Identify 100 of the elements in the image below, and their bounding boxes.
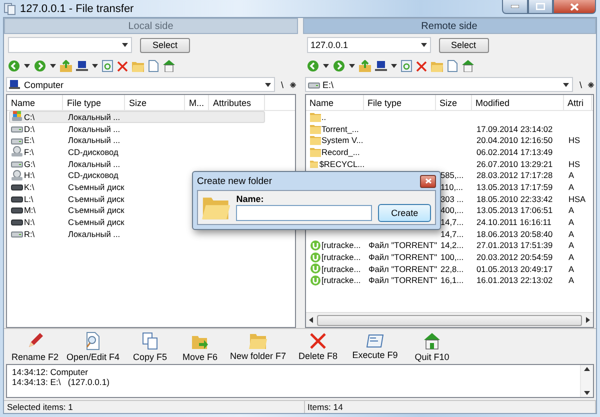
file-name[interactable]: Record_... xyxy=(322,146,360,157)
file-name[interactable]: H:\ xyxy=(24,170,35,180)
scroll-right-icon[interactable] xyxy=(586,317,590,323)
file-name[interactable]: [rutracke... xyxy=(322,264,361,274)
home-icon[interactable] xyxy=(462,60,474,72)
maximize-icon xyxy=(536,3,545,10)
file-name[interactable]: C:\ xyxy=(24,112,35,122)
document-search-icon xyxy=(85,332,101,350)
table-cell: Файл "TORRENT" xyxy=(368,240,438,250)
new-file-icon[interactable] xyxy=(148,60,159,72)
column-header[interactable]: M... xyxy=(185,95,209,110)
close-button[interactable] xyxy=(553,0,596,14)
horizontal-scrollbar[interactable] xyxy=(306,312,593,327)
file-name[interactable]: L:\ xyxy=(24,194,34,204)
hard-drive-icon xyxy=(11,124,23,134)
path-combo[interactable]: Computer xyxy=(6,77,275,92)
column-header[interactable]: Attributes xyxy=(209,95,265,110)
file-name[interactable]: $RECYCL... xyxy=(319,158,364,169)
toolbar-button[interactable]: Rename F2 xyxy=(8,332,62,362)
dropdown-caret-icon[interactable] xyxy=(50,64,56,68)
log-line: 14:34:12: Computer xyxy=(12,367,89,377)
minimize-button[interactable] xyxy=(502,0,528,14)
table-cell: HSA xyxy=(568,194,586,204)
table-cell: 13.05.2013 17:17:59 xyxy=(476,182,553,192)
host-combo[interactable]: 127.0.0.1 xyxy=(306,37,430,53)
file-name[interactable]: K:\ xyxy=(24,182,34,192)
toolbar-button[interactable]: Delete F8 xyxy=(292,332,344,360)
computer-icon[interactable] xyxy=(76,60,88,72)
table-cell: 20.04.2010 12:16:50 xyxy=(476,135,553,146)
back-icon[interactable] xyxy=(8,60,20,72)
scroll-down-icon[interactable] xyxy=(584,391,590,395)
close-button[interactable] xyxy=(420,174,436,188)
file-name[interactable]: [rutracke... xyxy=(322,275,361,286)
select-button[interactable]: Select xyxy=(140,38,190,52)
delete-icon[interactable] xyxy=(416,60,426,72)
dropdown-caret-icon[interactable] xyxy=(322,64,328,68)
file-name[interactable]: .. xyxy=(322,112,326,122)
dropdown-caret-icon[interactable] xyxy=(92,64,98,68)
status-text: Items: 14 xyxy=(304,401,596,413)
dropdown-caret-icon[interactable] xyxy=(24,64,30,68)
column-header[interactable]: File type xyxy=(63,95,125,110)
column-header[interactable]: Size xyxy=(436,95,472,110)
toolbar-button[interactable]: Copy F5 xyxy=(124,332,176,362)
maximize-button[interactable] xyxy=(528,0,553,14)
table-cell: 400,... xyxy=(440,205,464,216)
folder-up-icon[interactable] xyxy=(358,60,370,72)
select-button[interactable]: Select xyxy=(438,38,488,52)
scroll-up-icon[interactable] xyxy=(584,367,590,371)
table-cell: HS xyxy=(568,135,580,146)
dropdown-caret-icon[interactable] xyxy=(390,64,396,68)
column-header[interactable]: Name xyxy=(7,95,63,110)
delete-icon[interactable] xyxy=(117,60,128,72)
toolbar-button[interactable]: Move F6 xyxy=(176,332,224,362)
file-name[interactable]: System V... xyxy=(322,135,364,146)
dropdown-caret-icon[interactable] xyxy=(348,64,354,68)
minimize-icon xyxy=(511,5,519,8)
vertical-scrollbar[interactable] xyxy=(580,365,593,397)
file-name[interactable]: N:\ xyxy=(24,217,35,228)
file-name[interactable]: R:\ xyxy=(24,228,35,239)
removable-drive-icon xyxy=(11,218,23,226)
column-header[interactable]: Name xyxy=(306,95,364,110)
file-name[interactable]: G:\ xyxy=(24,158,36,169)
name-field[interactable] xyxy=(236,205,372,221)
asterisk-icon[interactable] xyxy=(290,82,296,88)
file-name[interactable]: F:\ xyxy=(24,146,34,157)
table-cell: 20.03.2012 20:54:59 xyxy=(476,252,553,262)
home-icon[interactable] xyxy=(163,60,175,72)
forward-icon[interactable] xyxy=(332,60,344,72)
table-cell: A xyxy=(568,170,574,180)
column-header[interactable]: Attri xyxy=(564,95,592,110)
column-header[interactable]: Modified xyxy=(472,95,564,110)
dropdown-caret-icon[interactable] xyxy=(563,82,570,86)
computer-icon xyxy=(9,79,21,90)
create-button[interactable]: Create xyxy=(378,204,431,222)
path-combo[interactable]: E:\ xyxy=(304,77,574,92)
column-header[interactable]: File type xyxy=(364,95,436,110)
scroll-left-icon[interactable] xyxy=(308,317,312,323)
dropdown-caret-icon[interactable] xyxy=(420,43,426,47)
column-header[interactable]: Size xyxy=(125,95,185,110)
back-icon[interactable] xyxy=(306,60,318,72)
file-name[interactable]: D:\ xyxy=(24,124,35,134)
file-name[interactable]: E:\ xyxy=(24,135,34,146)
toolbar-button[interactable]: Execute F9 xyxy=(344,334,406,360)
asterisk-icon[interactable] xyxy=(588,82,594,88)
file-name[interactable]: M:\ xyxy=(24,205,36,216)
forward-icon[interactable] xyxy=(34,60,46,72)
computer-icon[interactable] xyxy=(374,60,386,72)
toolbar-button[interactable]: New folder F7 xyxy=(224,332,292,360)
root-button[interactable]: \ xyxy=(278,80,286,90)
toolbar-button[interactable]: Open/Edit F4 xyxy=(62,332,124,362)
folder-up-icon[interactable] xyxy=(60,60,72,72)
log-line: 14:34:13: E:\ (127.0.0.1) xyxy=(12,377,110,387)
new-file-icon[interactable] xyxy=(446,60,458,72)
file-name[interactable]: [rutracke... xyxy=(322,252,361,262)
dropdown-caret-icon[interactable] xyxy=(264,82,271,86)
root-button[interactable]: \ xyxy=(577,80,584,90)
toolbar-button[interactable]: Quit F10 xyxy=(406,332,458,362)
file-name[interactable]: [rutracke... xyxy=(322,240,361,250)
dropdown-caret-icon[interactable] xyxy=(122,43,128,47)
file-name[interactable]: Torrent_... xyxy=(322,124,359,134)
